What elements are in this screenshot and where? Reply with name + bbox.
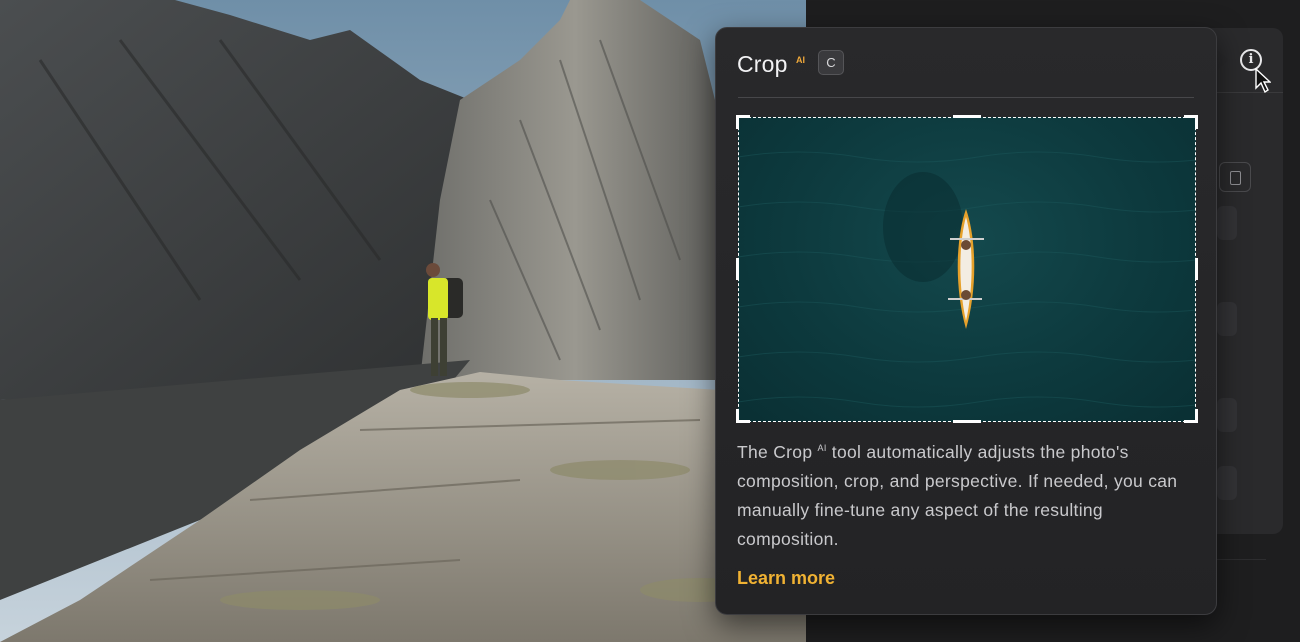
ai-badge: AI — [796, 55, 805, 65]
crop-handle — [736, 115, 739, 129]
aspect-ratio-icon[interactable] — [1219, 162, 1251, 192]
landscape-photo — [0, 0, 806, 642]
learn-more-link[interactable]: Learn more — [737, 568, 835, 589]
crop-handle — [953, 420, 981, 423]
popover-description: The Crop AI tool automatically adjusts t… — [737, 434, 1187, 554]
crop-handle — [736, 409, 739, 423]
cursor-arrow-icon — [1255, 68, 1271, 94]
crop-info-popover: Crop AI C The Crop AI tool automatically… — [715, 27, 1217, 615]
panel-control[interactable] — [1217, 206, 1237, 240]
crop-handle — [736, 258, 739, 280]
photo-canvas[interactable] — [0, 0, 806, 642]
crop-frame — [738, 117, 1196, 422]
description-ai-badge: AI — [817, 443, 827, 453]
crop-handle — [953, 115, 981, 118]
crop-handle — [1195, 409, 1198, 423]
crop-handle — [1195, 258, 1198, 280]
crop-handle — [1195, 115, 1198, 129]
popover-divider — [738, 97, 1194, 98]
panel-control[interactable] — [1217, 302, 1237, 336]
panel-control[interactable] — [1217, 398, 1237, 432]
description-lead: The Crop — [737, 442, 813, 462]
popover-title: Crop — [737, 51, 788, 77]
shortcut-key-badge: C — [818, 50, 844, 75]
panel-control[interactable] — [1217, 466, 1237, 500]
